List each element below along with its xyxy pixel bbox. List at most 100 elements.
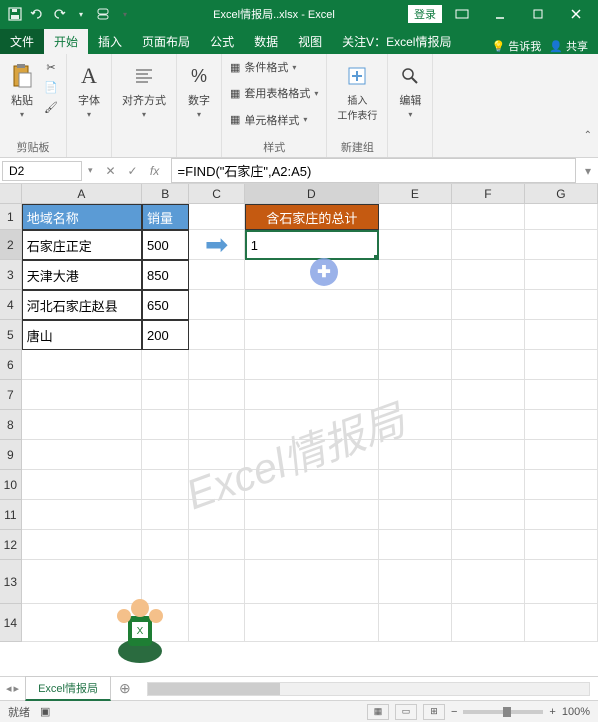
maximize-icon[interactable] bbox=[520, 2, 556, 26]
cell[interactable] bbox=[142, 380, 189, 410]
cell[interactable] bbox=[189, 440, 244, 470]
cut-icon[interactable]: ✂ bbox=[42, 58, 60, 76]
touch-mode-icon[interactable] bbox=[94, 5, 112, 23]
cell[interactable] bbox=[452, 290, 525, 320]
tellme-icon[interactable]: 💡 告诉我 bbox=[491, 38, 541, 54]
cell[interactable]: 河北石家庄赵县 bbox=[22, 290, 142, 320]
cell[interactable]: ➡ bbox=[189, 230, 244, 260]
cell[interactable]: 含石家庄的总计 bbox=[245, 204, 379, 230]
cell[interactable] bbox=[452, 380, 525, 410]
cell[interactable] bbox=[525, 320, 598, 350]
cell[interactable] bbox=[525, 380, 598, 410]
cell[interactable]: 650 bbox=[142, 290, 189, 320]
cell[interactable] bbox=[189, 204, 244, 230]
col-header-F[interactable]: F bbox=[452, 184, 525, 204]
cell[interactable] bbox=[22, 350, 142, 380]
conditional-format-button[interactable]: ▦条件格式▾ bbox=[228, 58, 298, 76]
col-header-C[interactable]: C bbox=[189, 184, 244, 204]
macro-record-icon[interactable]: ▣ bbox=[40, 705, 50, 718]
tab-formula[interactable]: 公式 bbox=[200, 29, 244, 54]
cell[interactable] bbox=[22, 560, 142, 604]
cell[interactable] bbox=[245, 500, 379, 530]
col-header-D[interactable]: D bbox=[245, 184, 379, 204]
format-painter-icon[interactable]: 🖌 bbox=[42, 98, 60, 116]
select-all-corner[interactable] bbox=[0, 184, 22, 204]
cell[interactable] bbox=[379, 290, 452, 320]
cell[interactable] bbox=[142, 440, 189, 470]
ribbon-display-icon[interactable] bbox=[444, 2, 480, 26]
cell[interactable] bbox=[245, 350, 379, 380]
page-layout-view-icon[interactable]: ▭ bbox=[395, 704, 417, 720]
cell[interactable] bbox=[22, 470, 142, 500]
cell[interactable] bbox=[189, 350, 244, 380]
zoom-level[interactable]: 100% bbox=[562, 706, 590, 718]
tab-follow[interactable]: 关注V：Excel情报局 bbox=[332, 29, 461, 54]
row-header[interactable]: 1 bbox=[0, 204, 22, 230]
spreadsheet-grid[interactable]: Excel情报局 局 ABCDEFG 1地域名称销量含石家庄的总计2石家庄正定5… bbox=[0, 184, 598, 676]
cancel-formula-icon[interactable]: ✕ bbox=[101, 164, 121, 178]
cell[interactable] bbox=[452, 440, 525, 470]
tab-data[interactable]: 数据 bbox=[244, 29, 288, 54]
collapse-ribbon-icon[interactable]: ⌃ bbox=[584, 130, 592, 141]
cell[interactable]: 石家庄正定 bbox=[22, 230, 142, 260]
row-header[interactable]: 9 bbox=[0, 440, 22, 470]
cell[interactable] bbox=[142, 530, 189, 560]
cell[interactable] bbox=[189, 500, 244, 530]
cell[interactable] bbox=[142, 350, 189, 380]
cell[interactable] bbox=[379, 260, 452, 290]
cell[interactable] bbox=[452, 604, 525, 642]
col-header-A[interactable]: A bbox=[22, 184, 142, 204]
minimize-icon[interactable] bbox=[482, 2, 518, 26]
cell[interactable] bbox=[379, 440, 452, 470]
cell[interactable]: 唐山 bbox=[22, 320, 142, 350]
cell[interactable] bbox=[245, 410, 379, 440]
cell[interactable] bbox=[142, 560, 189, 604]
row-header[interactable]: 3 bbox=[0, 260, 22, 290]
row-header[interactable]: 13 bbox=[0, 560, 22, 604]
cell[interactable] bbox=[525, 470, 598, 500]
cell-style-button[interactable]: ▦单元格样式▾ bbox=[228, 111, 309, 129]
cell[interactable]: 地域名称 bbox=[22, 204, 142, 230]
row-header[interactable]: 14 bbox=[0, 604, 22, 642]
cell[interactable] bbox=[142, 410, 189, 440]
cell[interactable] bbox=[452, 560, 525, 604]
cell[interactable] bbox=[189, 290, 244, 320]
cell[interactable] bbox=[379, 470, 452, 500]
expand-formula-bar-icon[interactable]: ▾ bbox=[578, 164, 598, 178]
cell[interactable] bbox=[379, 320, 452, 350]
cell[interactable] bbox=[525, 560, 598, 604]
number-button[interactable]: %数字▾ bbox=[183, 58, 215, 123]
sheet-tab[interactable]: Excel情报局 bbox=[25, 676, 111, 701]
qat-dropdown-icon[interactable]: ▾ bbox=[72, 5, 90, 23]
cell[interactable] bbox=[245, 530, 379, 560]
col-header-G[interactable]: G bbox=[525, 184, 598, 204]
row-header[interactable]: 7 bbox=[0, 380, 22, 410]
cell[interactable] bbox=[379, 230, 452, 260]
cell[interactable] bbox=[189, 560, 244, 604]
col-header-B[interactable]: B bbox=[142, 184, 189, 204]
row-header[interactable]: 12 bbox=[0, 530, 22, 560]
copy-icon[interactable]: 📄 bbox=[42, 78, 60, 96]
cell[interactable] bbox=[22, 530, 142, 560]
share-button[interactable]: 👤 共享 bbox=[549, 38, 588, 54]
edit-button[interactable]: 编辑▾ bbox=[394, 58, 426, 123]
paste-button[interactable]: 粘贴 ▾ bbox=[6, 58, 38, 123]
zoom-slider[interactable] bbox=[463, 710, 543, 714]
cell[interactable] bbox=[142, 604, 189, 642]
cell[interactable] bbox=[379, 350, 452, 380]
name-box[interactable]: D2 bbox=[2, 161, 82, 181]
cell[interactable] bbox=[525, 230, 598, 260]
cell[interactable] bbox=[245, 440, 379, 470]
cell[interactable] bbox=[525, 204, 598, 230]
insert-row-button[interactable]: 插入 工作表行 bbox=[333, 58, 381, 126]
cell[interactable]: 850 bbox=[142, 260, 189, 290]
cell[interactable] bbox=[142, 500, 189, 530]
sheet-nav-prev-icon[interactable]: ◂ bbox=[6, 682, 12, 695]
cell[interactable] bbox=[245, 560, 379, 604]
cell[interactable] bbox=[452, 260, 525, 290]
page-break-view-icon[interactable]: ⊞ bbox=[423, 704, 445, 720]
undo-icon[interactable] bbox=[28, 5, 46, 23]
horizontal-scrollbar[interactable] bbox=[147, 682, 590, 696]
align-button[interactable]: 对齐方式▾ bbox=[118, 58, 170, 123]
fx-icon[interactable]: fx bbox=[145, 164, 165, 178]
